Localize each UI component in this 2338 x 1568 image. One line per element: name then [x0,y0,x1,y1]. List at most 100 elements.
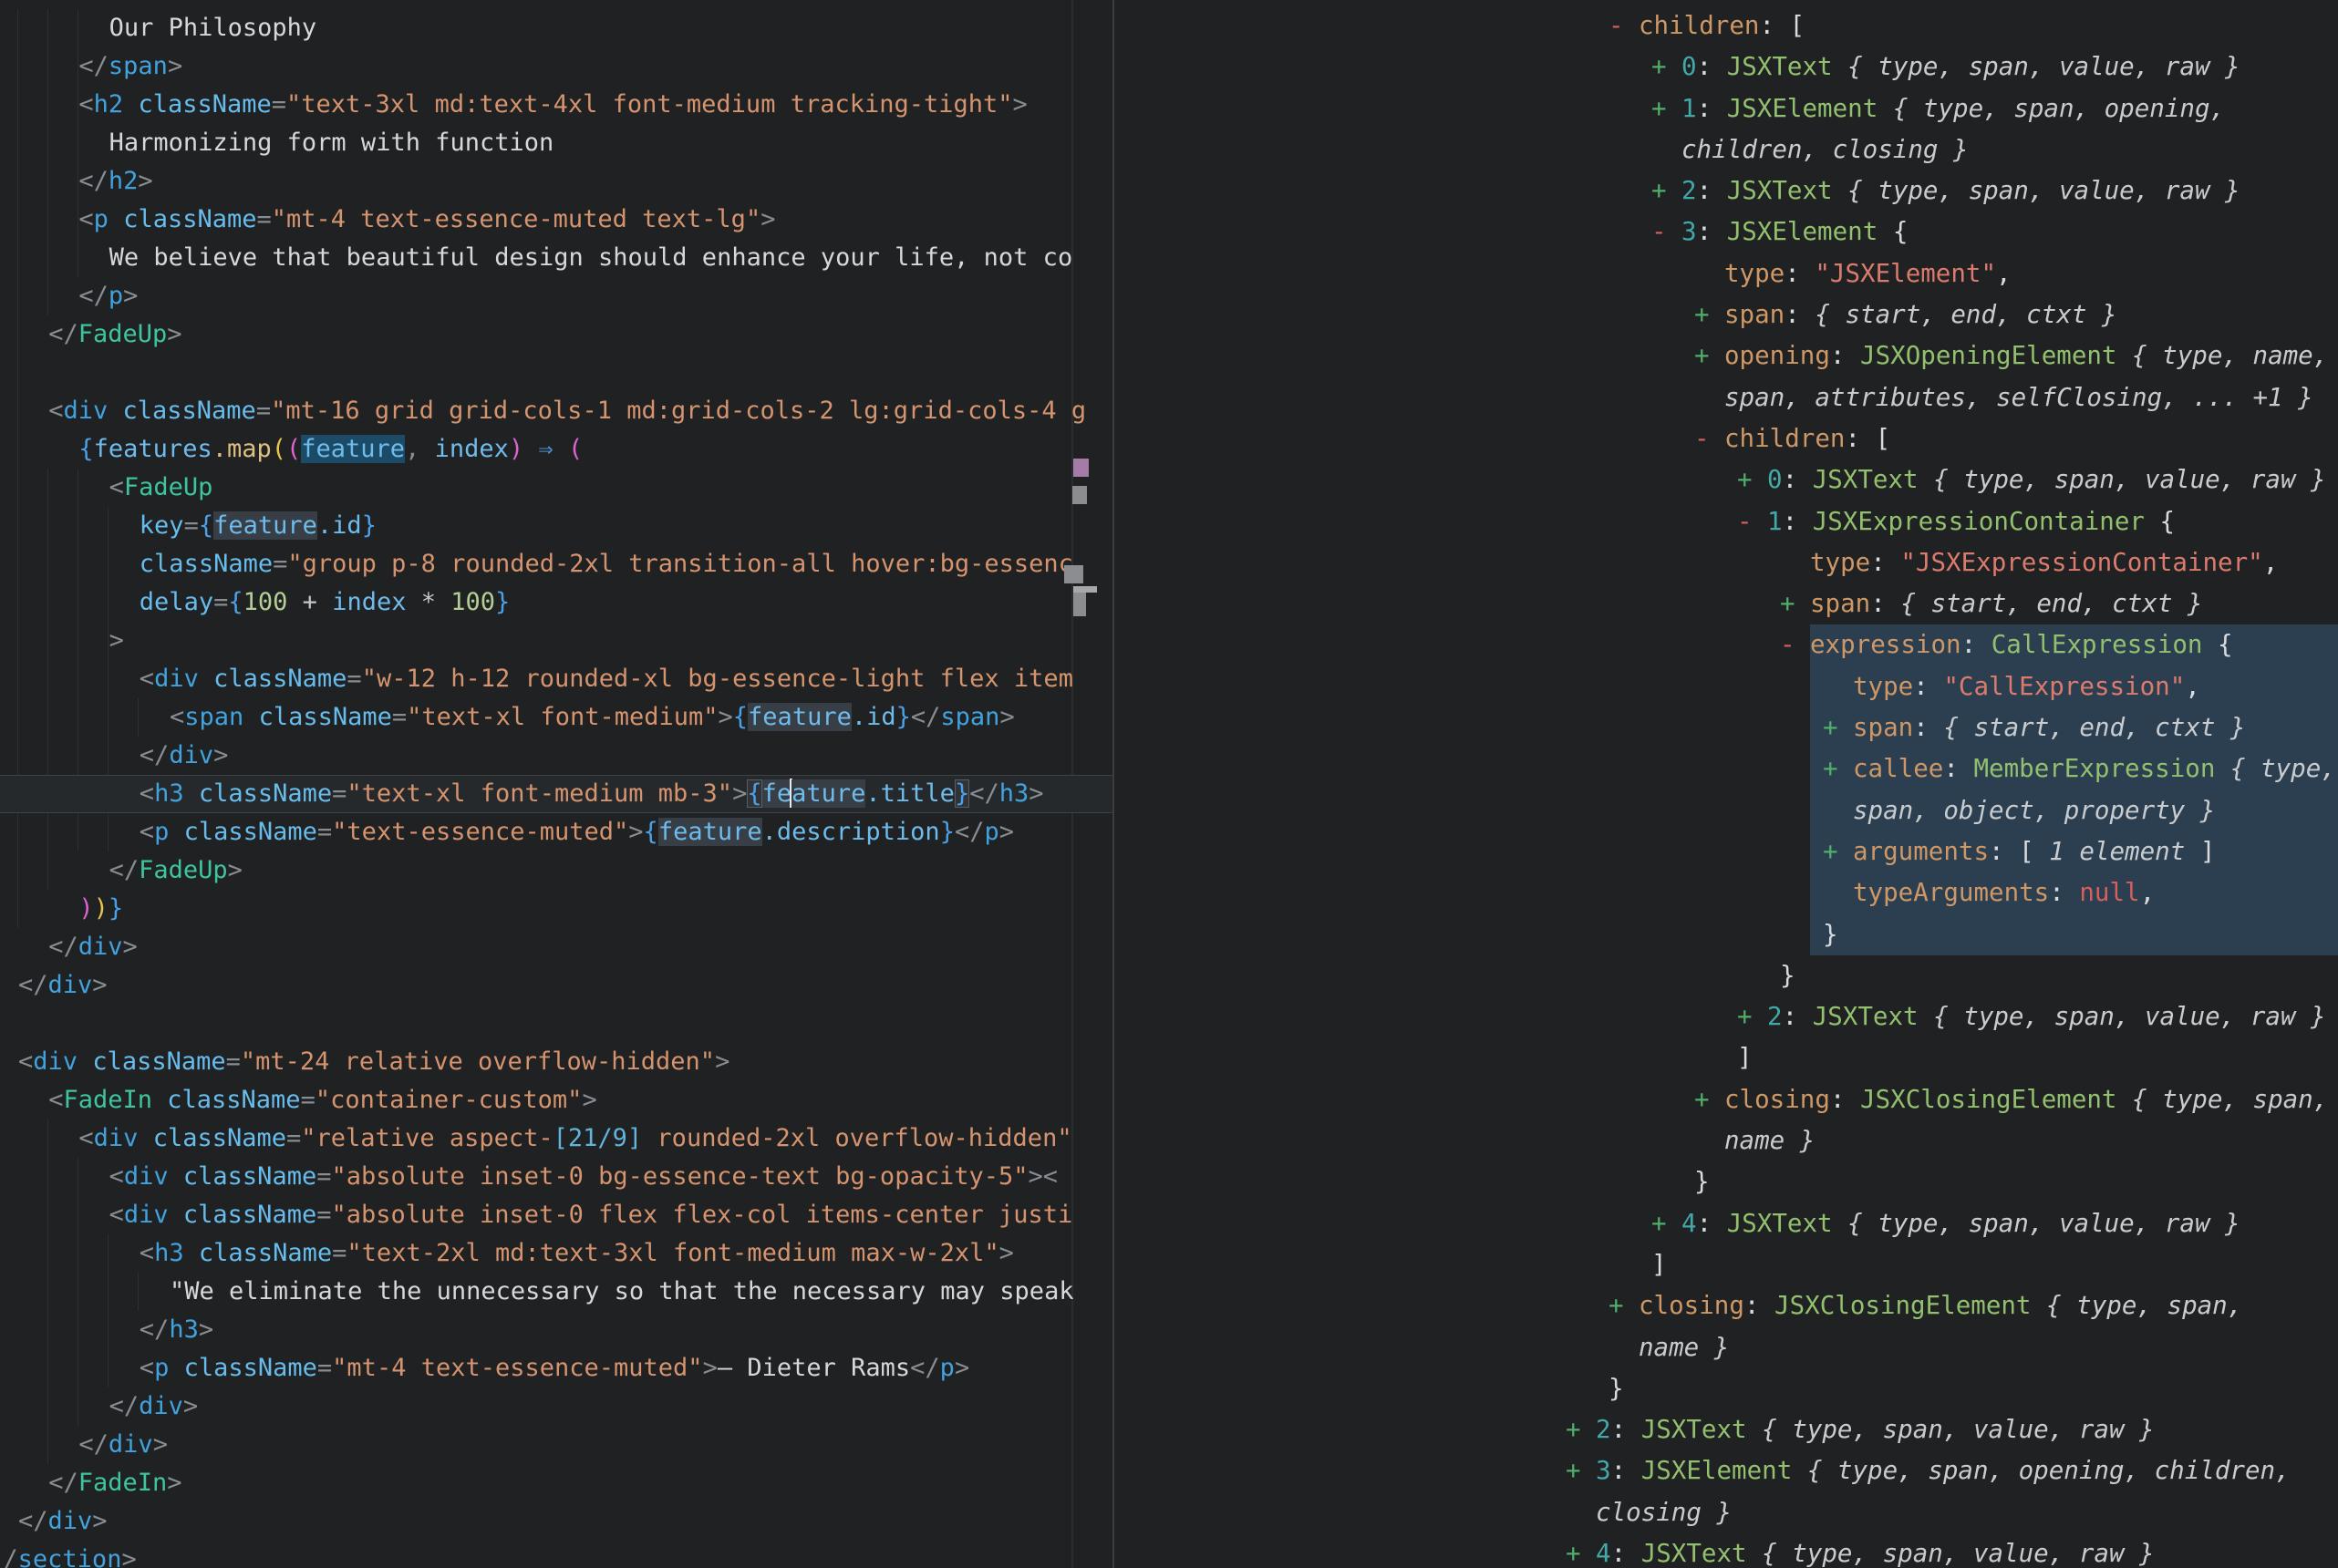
collapse-toggle-icon[interactable]: - [1609,5,1639,46]
ast-node-line[interactable]: -children: [ [1114,5,2338,46]
ast-node-line[interactable]: -3: JSXElement { [1114,211,2338,253]
collapse-toggle-icon[interactable]: - [1780,624,1810,665]
ast-node-line[interactable]: +span: { start, end, ctxt } [1114,707,2338,748]
ast-node-line[interactable]: +opening: JSXOpeningElement { type, name… [1114,335,2338,377]
code-line[interactable]: Harmonizing form with function [0,124,1114,162]
ast-node-line[interactable]: +span: { start, end, ctxt } [1114,583,2338,624]
expand-toggle-icon[interactable]: + [1566,1533,1596,1568]
ast-node-line[interactable]: } [1114,955,2338,996]
code-line[interactable]: <span className="text-xl font-medium">{f… [0,698,1114,737]
code-line[interactable]: <div className="absolute inset-0 flex fl… [0,1196,1114,1234]
code-line[interactable]: </div> [0,1426,1114,1464]
code-line[interactable]: {features.map((feature, index) ⇒ ( [0,430,1114,469]
ast-node-line[interactable]: type: "CallExpression", [1114,666,2338,707]
code-line[interactable]: </div> [0,928,1114,966]
code-line[interactable]: <p className="mt-4 text-essence-muted te… [0,201,1114,239]
expand-toggle-icon[interactable]: + [1609,1285,1639,1326]
ast-node-line[interactable]: ] [1114,1244,2338,1285]
ast-node-line[interactable]: } [1114,1161,2338,1202]
expand-toggle-icon[interactable]: + [1737,996,1767,1037]
ast-node-line[interactable]: name } [1114,1120,2338,1161]
code-line[interactable]: <div className="mt-24 relative overflow-… [0,1043,1114,1081]
ast-node-line[interactable]: } [1114,914,2338,955]
ast-node-line[interactable]: +1: JSXElement { type, span, opening, [1114,88,2338,129]
expand-toggle-icon[interactable]: + [1566,1450,1596,1491]
code-line[interactable]: <div className="relative aspect-[21/9] r… [0,1119,1114,1158]
code-line[interactable]: </span> [0,47,1114,86]
code-line-current[interactable]: <h3 className="text-xl font-medium mb-3"… [0,775,1114,813]
code-line[interactable]: </FadeIn> [0,1464,1114,1502]
panel-divider[interactable] [1112,0,1114,1568]
code-line[interactable]: </div> [0,1387,1114,1426]
code-line[interactable]: </FadeUp> [0,851,1114,890]
expand-toggle-icon[interactable]: + [1651,1203,1681,1244]
ast-node-line[interactable]: children, closing } [1114,129,2338,170]
expand-toggle-icon[interactable]: + [1780,583,1810,624]
ast-node-line[interactable]: +callee: MemberExpression { type, [1114,748,2338,789]
code-line[interactable]: </div> [0,737,1114,775]
ast-node-line[interactable]: +closing: JSXClosingElement { type, span… [1114,1285,2338,1326]
code-line[interactable]: <p className="mt-4 text-essence-muted">—… [0,1349,1114,1387]
code-line[interactable]: "We eliminate the unnecessary so that th… [0,1273,1114,1311]
code-line[interactable]: ))} [0,890,1114,928]
code-line[interactable] [0,1005,1114,1043]
ast-node-line[interactable]: +0: JSXText { type, span, value, raw } [1114,459,2338,500]
ast-tree-pane[interactable]: -children: [+0: JSXText { type, span, va… [1114,0,2338,1568]
code-line[interactable]: </h2> [0,162,1114,201]
ast-node-line[interactable]: type: "JSXElement", [1114,253,2338,294]
code-line[interactable]: <h3 className="text-2xl md:text-3xl font… [0,1234,1114,1273]
expand-toggle-icon[interactable]: + [1823,748,1853,789]
expand-toggle-icon[interactable]: + [1566,1409,1596,1450]
expand-toggle-icon[interactable]: + [1694,335,1724,377]
ast-node-line[interactable]: name } [1114,1327,2338,1368]
code-line[interactable]: className="group p-8 rounded-2xl transit… [0,545,1114,583]
code-line[interactable]: <FadeIn className="container-custom"> [0,1081,1114,1119]
code-line[interactable]: <h2 className="text-3xl md:text-4xl font… [0,86,1114,124]
source-editor-pane[interactable]: Our Philosophy</span><h2 className="text… [0,0,1114,1568]
ast-node-line[interactable]: +4: JSXText { type, span, value, raw } [1114,1203,2338,1244]
expand-toggle-icon[interactable]: + [1694,1079,1724,1120]
ast-node-line[interactable]: +2: JSXText { type, span, value, raw } [1114,170,2338,211]
code-line[interactable]: delay={100 + index * 100} [0,583,1114,622]
ast-node-line[interactable]: +0: JSXText { type, span, value, raw } [1114,46,2338,88]
expand-toggle-icon[interactable]: + [1823,831,1853,872]
expand-toggle-icon[interactable]: + [1694,294,1724,335]
ast-node-line[interactable]: +span: { start, end, ctxt } [1114,294,2338,335]
ast-node-line[interactable]: +3: JSXElement { type, span, opening, ch… [1114,1450,2338,1491]
ast-node-line[interactable]: -children: [ [1114,418,2338,459]
code-line[interactable]: </h3> [0,1311,1114,1349]
code-line[interactable]: </div> [0,1502,1114,1541]
ast-node-line[interactable]: ] [1114,1037,2338,1078]
code-line[interactable]: <div className="mt-16 grid grid-cols-1 m… [0,392,1114,430]
expand-toggle-icon[interactable]: + [1737,459,1767,500]
code-line[interactable]: <div className="w-12 h-12 rounded-xl bg-… [0,660,1114,698]
code-line[interactable]: <div className="absolute inset-0 bg-esse… [0,1158,1114,1196]
ast-node-line[interactable]: span, object, property } [1114,790,2338,831]
code-line[interactable]: </FadeUp> [0,315,1114,354]
ast-node-line[interactable]: +4: JSXText { type, span, value, raw } [1114,1533,2338,1568]
code-line[interactable]: Our Philosophy [0,9,1114,47]
expand-toggle-icon[interactable]: + [1651,170,1681,211]
expand-toggle-icon[interactable]: + [1823,707,1853,748]
collapse-toggle-icon[interactable]: - [1651,211,1681,253]
ast-node-line[interactable]: typeArguments: null, [1114,872,2338,913]
ast-node-line[interactable]: -expression: CallExpression { [1114,624,2338,665]
code-line[interactable]: /section> [0,1541,1114,1568]
collapse-toggle-icon[interactable]: - [1737,501,1767,542]
ast-node-line[interactable]: } [1114,1368,2338,1409]
code-line[interactable]: <p className="text-essence-muted">{featu… [0,813,1114,851]
ast-node-line[interactable]: +2: JSXText { type, span, value, raw } [1114,1409,2338,1450]
collapse-toggle-icon[interactable]: - [1694,418,1724,459]
code-line[interactable]: </div> [0,966,1114,1005]
ast-node-line[interactable]: closing } [1114,1492,2338,1533]
code-line[interactable]: We believe that beautiful design should … [0,239,1114,277]
ast-node-line[interactable]: span, attributes, selfClosing, ... +1 } [1114,377,2338,418]
ast-node-line[interactable]: -1: JSXExpressionContainer { [1114,501,2338,542]
ast-node-line[interactable]: +arguments: [ 1 element ] [1114,831,2338,872]
code-line[interactable] [0,354,1114,392]
code-line[interactable]: </p> [0,277,1114,315]
ast-node-line[interactable]: +2: JSXText { type, span, value, raw } [1114,996,2338,1037]
code-line[interactable]: key={feature.id} [0,507,1114,545]
expand-toggle-icon[interactable]: + [1651,46,1681,88]
code-line[interactable]: > [0,622,1114,660]
